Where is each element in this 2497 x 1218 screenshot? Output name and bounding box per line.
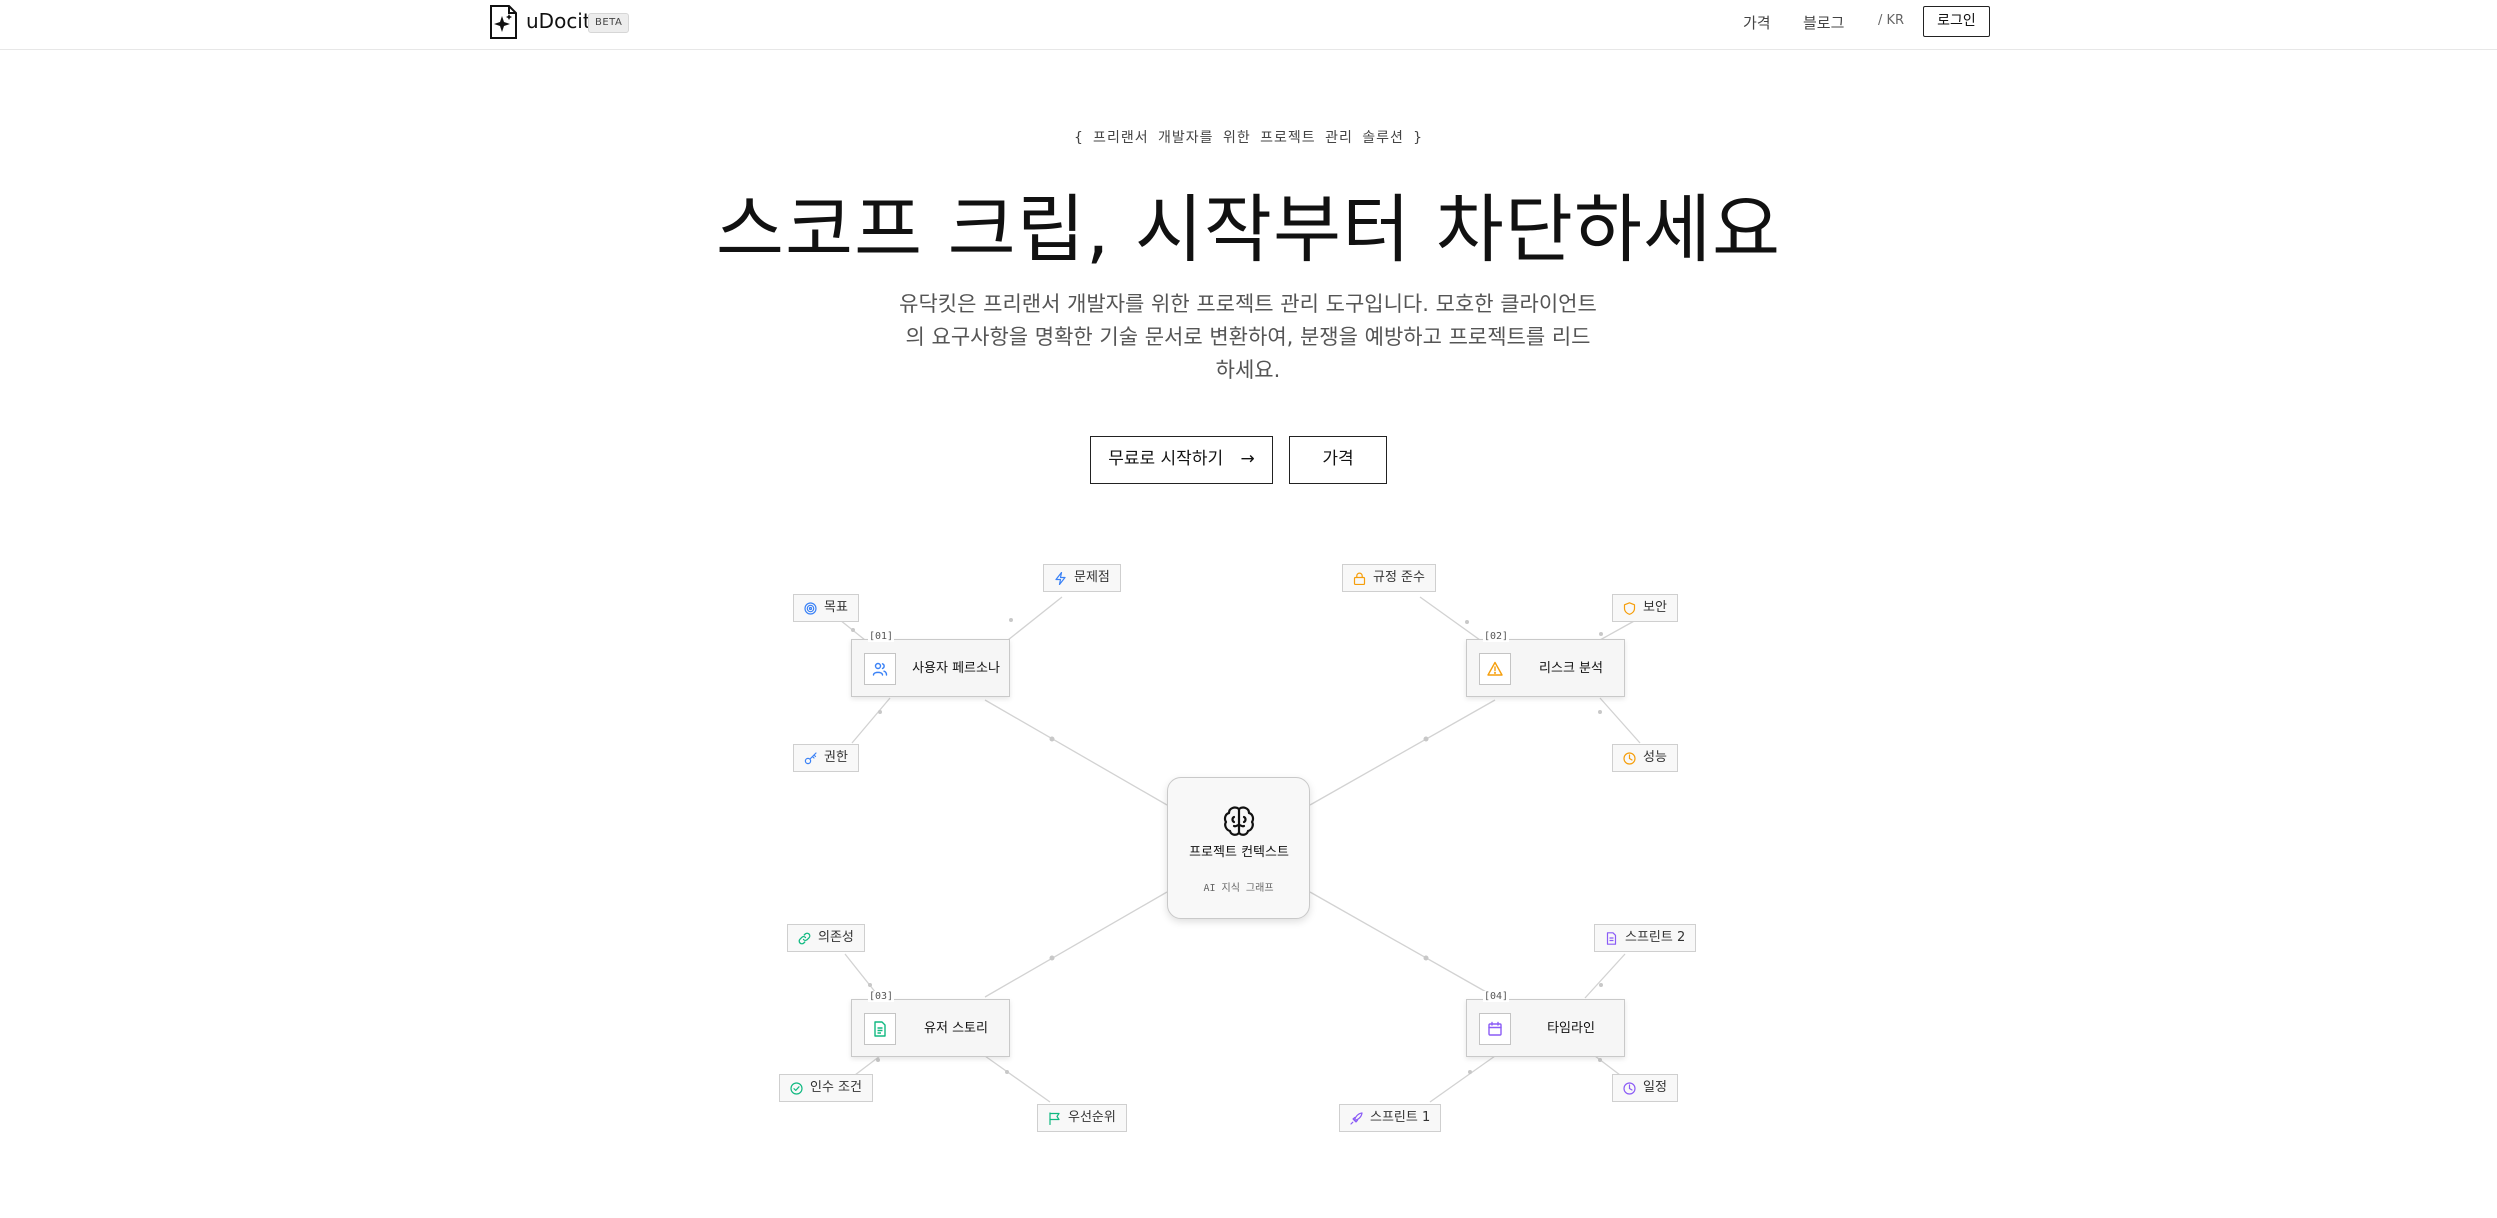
check-circle-icon [790, 1082, 803, 1095]
calendar-icon [1479, 1013, 1511, 1045]
node-user-persona[interactable]: [01] 사용자 페르소나 [851, 631, 1010, 697]
clock-icon [1623, 1082, 1636, 1095]
leaf-security[interactable]: 보안 [1612, 594, 1678, 622]
hero-headline: 스코프 크립, 시작부터 차단하세요 [715, 187, 1782, 273]
arrow-right-icon: → [1240, 449, 1255, 469]
center-node-title: 프로젝트 컨텍스트 [1189, 845, 1289, 860]
leaf-sprint-1[interactable]: 스프린트 1 [1339, 1104, 1442, 1132]
node-index: [04] [1483, 991, 1510, 1002]
flag-icon [1049, 1112, 1060, 1125]
leaf-label: 보안 [1643, 600, 1667, 615]
login-button[interactable]: 로그인 [1923, 6, 1990, 37]
logo-icon[interactable] [489, 5, 518, 39]
node-label: 사용자 페르소나 [912, 660, 1000, 676]
center-node-project-context[interactable]: 프로젝트 컨텍스트 AI 지식 그래프 [1167, 777, 1310, 919]
leaf-goal[interactable]: 목표 [793, 594, 859, 622]
leaf-label: 일정 [1643, 1080, 1667, 1095]
hero-subtitle: 유닥킷은 프리랜서 개발자를 위한 프로젝트 관리 도구입니다. 모호한 클라이… [899, 292, 1597, 382]
start-free-label: 무료로 시작하기 [1108, 449, 1224, 469]
hero-tagline: { 프리랜서 개발자를 위한 프로젝트 관리 솔루션 } [1074, 130, 1423, 146]
leaf-label: 권한 [824, 750, 848, 765]
leaf-acceptance-criteria[interactable]: 인수 조건 [779, 1074, 873, 1102]
logo-text[interactable]: uDocit [526, 9, 591, 33]
leaf-label: 스프린트 1 [1370, 1110, 1431, 1125]
pricing-button[interactable]: 가격 [1289, 436, 1387, 484]
leaf-compliance[interactable]: 규정 준수 [1342, 564, 1436, 592]
leaf-schedule[interactable]: 일정 [1612, 1074, 1678, 1102]
rocket-icon [1350, 1112, 1363, 1125]
node-label: 타임라인 [1547, 1020, 1595, 1036]
leaf-label: 규정 준수 [1373, 570, 1425, 585]
leaf-label: 목표 [824, 600, 848, 615]
top-navbar: uDocit BETA 가격 블로그 / KR 로그인 [0, 0, 2497, 50]
document-icon [864, 1013, 896, 1045]
center-node-subtitle: AI 지식 그래프 [1203, 883, 1274, 894]
shield-icon [1623, 602, 1636, 615]
node-index: [01] [868, 631, 895, 642]
leaf-label: 의존성 [818, 930, 854, 945]
clock-icon [1623, 752, 1636, 765]
lock-icon [1353, 572, 1366, 585]
leaf-label: 스프린트 2 [1625, 930, 1686, 945]
node-label: 리스크 분석 [1539, 660, 1603, 676]
leaf-priority[interactable]: 우선순위 [1037, 1104, 1127, 1132]
link-icon [798, 932, 811, 945]
node-index: [03] [868, 991, 895, 1002]
node-index: [02] [1483, 631, 1510, 642]
nav-link-pricing[interactable]: 가격 [1743, 12, 1771, 33]
leaf-dependencies[interactable]: 의존성 [787, 924, 865, 952]
leaf-permissions[interactable]: 권한 [793, 744, 859, 772]
leaf-label: 인수 조건 [810, 1080, 862, 1095]
leaf-performance[interactable]: 성능 [1612, 744, 1678, 772]
brain-icon [1223, 806, 1255, 836]
target-icon [804, 602, 817, 615]
file-icon [1606, 932, 1617, 945]
node-risk-analysis[interactable]: [02] 리스크 분석 [1466, 631, 1625, 697]
users-icon [864, 653, 896, 685]
leaf-pain-points[interactable]: 문제점 [1043, 564, 1121, 592]
beta-badge: BETA [588, 13, 630, 33]
language-switcher[interactable]: / KR [1878, 13, 1904, 28]
leaf-label: 성능 [1643, 750, 1667, 765]
node-user-story[interactable]: [03] 유저 스토리 [851, 991, 1010, 1057]
key-icon [804, 752, 817, 765]
nav-link-blog[interactable]: 블로그 [1803, 12, 1844, 33]
leaf-label: 문제점 [1074, 570, 1110, 585]
zap-icon [1055, 572, 1066, 585]
node-label: 유저 스토리 [924, 1020, 988, 1036]
alert-triangle-icon [1479, 653, 1511, 685]
start-free-button[interactable]: 무료로 시작하기 → [1090, 436, 1273, 484]
leaf-sprint-2[interactable]: 스프린트 2 [1594, 924, 1697, 952]
node-timeline[interactable]: [04] 타임라인 [1466, 991, 1625, 1057]
leaf-label: 우선순위 [1068, 1110, 1116, 1125]
